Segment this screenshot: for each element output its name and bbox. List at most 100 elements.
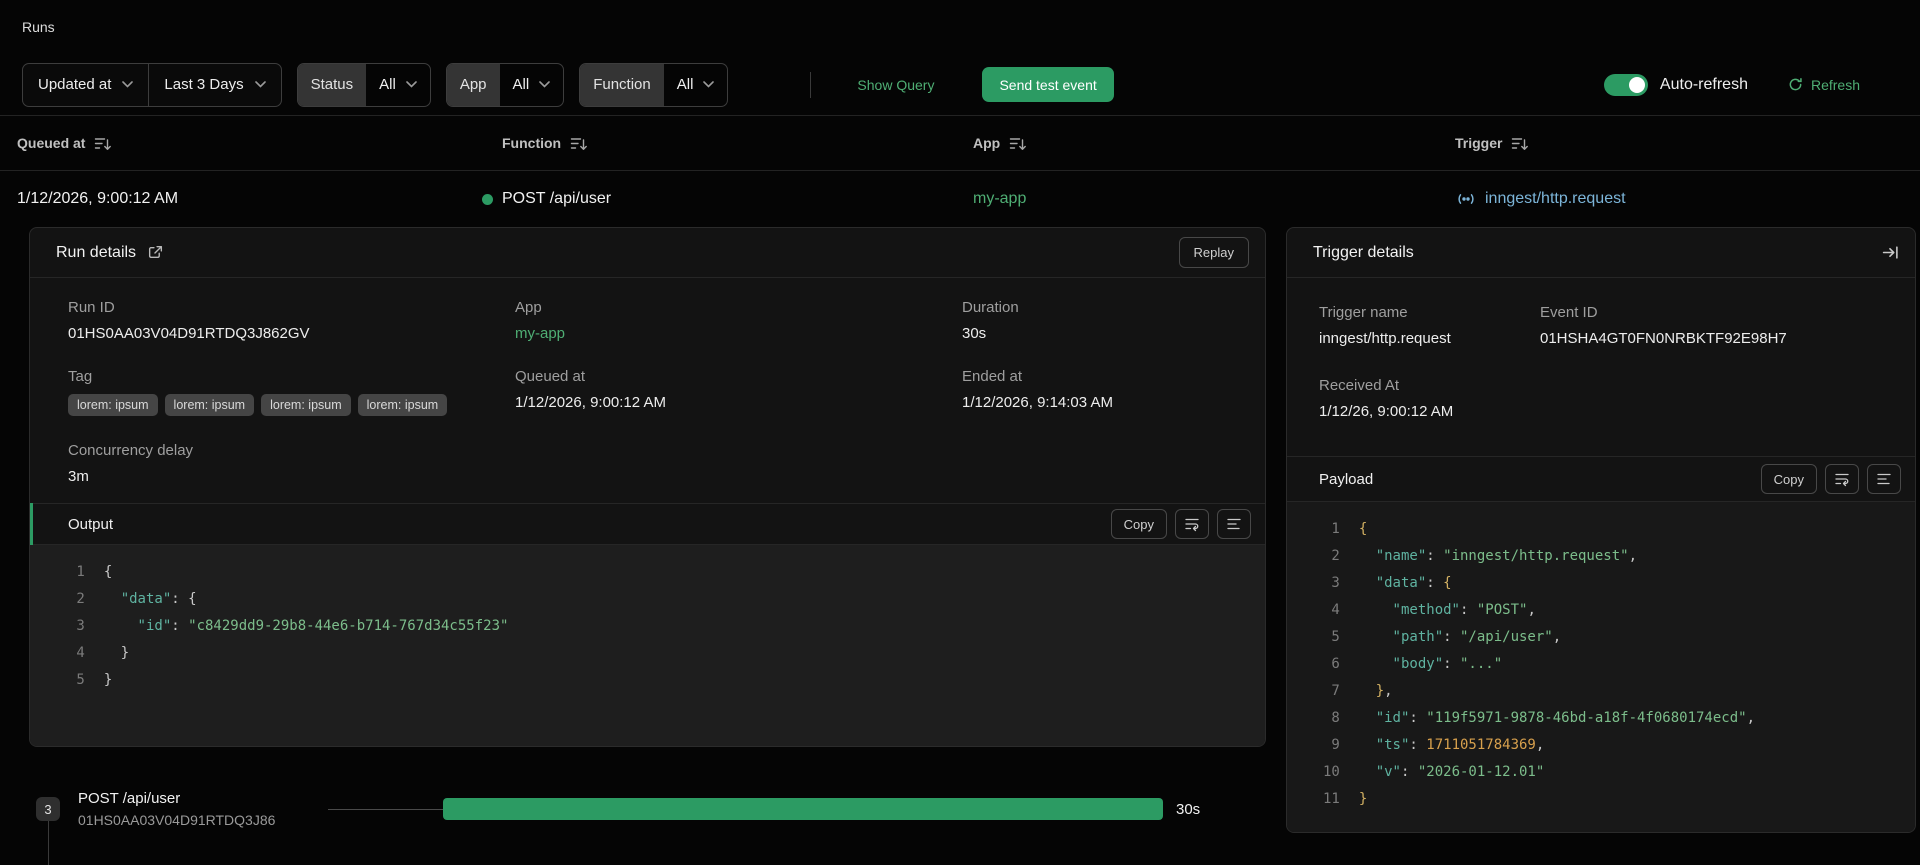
- column-header-function[interactable]: Function: [502, 135, 973, 151]
- column-header-trigger[interactable]: Trigger: [1455, 135, 1920, 151]
- code-line: 7 },: [1287, 678, 1915, 705]
- format-button[interactable]: [1867, 464, 1901, 494]
- send-test-event-button[interactable]: Send test event: [982, 67, 1114, 102]
- code-line: 10 "v": "2026-01-12.01": [1287, 759, 1915, 786]
- wrap-text-button[interactable]: [1825, 464, 1859, 494]
- divider: [810, 71, 812, 98]
- code-line: 2 "data": {: [30, 586, 1265, 613]
- code-text: "data": {: [1358, 575, 1452, 591]
- output-code: 1{2 "data": {3 "id": "c8429dd9-29b8-44e6…: [30, 545, 1265, 746]
- timeline-track: [328, 808, 443, 810]
- refresh-label: Refresh: [1810, 76, 1860, 93]
- step-id: 01HS0AA03V04D91RTDQ3J86: [78, 812, 276, 828]
- tag-badge: lorem: ipsum: [261, 394, 351, 416]
- code-line: 4 "method": "POST",: [1287, 597, 1915, 624]
- code-text: "id": "119f5971-9878-46bd-a18f-4f0680174…: [1358, 710, 1756, 726]
- align-lines-icon: [1877, 473, 1891, 485]
- page-title: Runs: [22, 19, 55, 35]
- line-number: 3: [1331, 575, 1340, 591]
- received-at-label: Received At: [1319, 377, 1400, 394]
- ended-at-value: 1/12/2026, 9:14:03 AM: [962, 394, 1113, 411]
- sort-icon: [1010, 137, 1027, 150]
- code-text: },: [1358, 683, 1393, 699]
- line-number: 1: [76, 564, 85, 580]
- run-fields: Run ID 01HS0AA03V04D91RTDQ3J862GV App my…: [30, 278, 1265, 485]
- copy-output-button[interactable]: Copy: [1110, 509, 1167, 539]
- copy-payload-button[interactable]: Copy: [1760, 464, 1817, 494]
- auto-refresh-label: Auto-refresh: [1659, 75, 1748, 93]
- run-id-label: Run ID: [68, 299, 115, 316]
- code-line: 8 "id": "119f5971-9878-46bd-a18f-4f06801…: [1287, 705, 1915, 732]
- output-actions: Copy: [1110, 509, 1251, 539]
- function-filter-dropdown[interactable]: All: [664, 64, 728, 106]
- run-app-link[interactable]: my-app: [973, 190, 1026, 207]
- line-number: 4: [1331, 602, 1340, 618]
- line-number: 5: [76, 672, 85, 688]
- external-link-icon[interactable]: [147, 244, 164, 261]
- run-function-link[interactable]: POST /api/user: [482, 190, 973, 208]
- column-header-app[interactable]: App: [973, 135, 1455, 151]
- code-line: 3 "id": "c8429dd9-29b8-44e6-b714-767d34c…: [30, 613, 1265, 640]
- ended-at-label: Ended at: [962, 368, 1023, 385]
- refresh-button[interactable]: Refresh: [1788, 77, 1860, 93]
- trigger-details-column: Trigger details Trigger name inngest/htt…: [1286, 227, 1916, 833]
- field-event-id: Event ID 01HSHA4GT0FN0NRBKTF92E98H7: [1540, 304, 1895, 347]
- code-line: 2 "name": "inngest/http.request",: [1287, 543, 1915, 570]
- trigger-details-header: Trigger details: [1287, 228, 1915, 278]
- auto-refresh-toggle[interactable]: [1603, 73, 1648, 96]
- field-app: App my-app: [515, 299, 962, 342]
- code-line: 1{: [30, 559, 1265, 586]
- line-number: 7: [1331, 683, 1340, 699]
- line-number: 4: [76, 645, 85, 661]
- wrap-text-icon: [1835, 473, 1849, 487]
- time-range-dropdown[interactable]: Last 3 Days: [148, 63, 280, 106]
- show-query-link[interactable]: Show Query: [857, 77, 934, 93]
- run-trigger-link[interactable]: inngest/http.request: [1455, 190, 1920, 208]
- chevron-down-icon: [122, 81, 134, 88]
- align-lines-icon: [1227, 518, 1241, 530]
- filter-bar: Updated at Last 3 Days Status All App Al…: [0, 54, 1920, 116]
- function-filter: Function All: [579, 62, 729, 107]
- wrap-text-button[interactable]: [1175, 509, 1209, 539]
- run-details-header: Run details Replay: [30, 228, 1265, 278]
- trace-timeline-row: 3 POST /api/user 01HS0AA03V04D91RTDQ3J86…: [29, 781, 1266, 865]
- app-value-link[interactable]: my-app: [515, 325, 962, 342]
- code-line: 6 "body": "...": [1287, 651, 1915, 678]
- payload-actions: Copy: [1760, 464, 1901, 494]
- line-number: 6: [1331, 656, 1340, 672]
- status-filter-label: Status: [297, 63, 367, 106]
- line-number: 1: [1331, 521, 1340, 537]
- column-header-queued-at[interactable]: Queued at: [17, 135, 502, 151]
- timeline-span-bar[interactable]: [443, 798, 1163, 820]
- step-name: POST /api/user: [78, 790, 181, 807]
- field-concurrency-delay: Concurrency delay 3m: [68, 442, 515, 485]
- step-count-badge[interactable]: 3: [36, 797, 60, 865]
- toggle-knob: [1628, 76, 1645, 93]
- status-filter-value: All: [379, 76, 396, 93]
- replay-button[interactable]: Replay: [1178, 237, 1249, 268]
- code-text: {: [1358, 521, 1368, 537]
- sort-field-dropdown[interactable]: Updated at: [23, 64, 148, 106]
- status-filter-dropdown[interactable]: All: [366, 64, 430, 106]
- concurrency-delay-label: Concurrency delay: [68, 442, 194, 459]
- run-queued-at: 1/12/2026, 9:00:12 AM: [17, 190, 179, 207]
- format-button[interactable]: [1217, 509, 1251, 539]
- app-filter: App All: [445, 62, 565, 107]
- line-number: 11: [1323, 791, 1340, 807]
- trigger-fields: Trigger name inngest/http.request Event …: [1287, 278, 1915, 420]
- line-number: 9: [1331, 737, 1340, 753]
- code-text: "id": "c8429dd9-29b8-44e6-b714-767d34c55…: [103, 618, 509, 634]
- code-text: "data": {: [103, 591, 197, 607]
- field-trigger-name: Trigger name inngest/http.request: [1319, 304, 1540, 347]
- concurrency-delay-value: 3m: [68, 468, 89, 485]
- runs-table-header: Queued at Function App Trigger: [0, 116, 1920, 171]
- app-filter-dropdown[interactable]: All: [500, 64, 564, 106]
- sort-icon: [1512, 137, 1529, 150]
- tag-list: lorem: ipsum lorem: ipsum lorem: ipsum lore…: [68, 394, 515, 416]
- sort-field-value: Updated at: [38, 76, 112, 93]
- run-row[interactable]: 1/12/2026, 9:00:12 AM POST /api/user my-…: [0, 171, 1920, 227]
- collapse-panel-icon[interactable]: [1882, 244, 1899, 261]
- line-number: 5: [1331, 629, 1340, 645]
- refresh-icon: [1789, 77, 1802, 91]
- duration-label: Duration: [962, 299, 1019, 316]
